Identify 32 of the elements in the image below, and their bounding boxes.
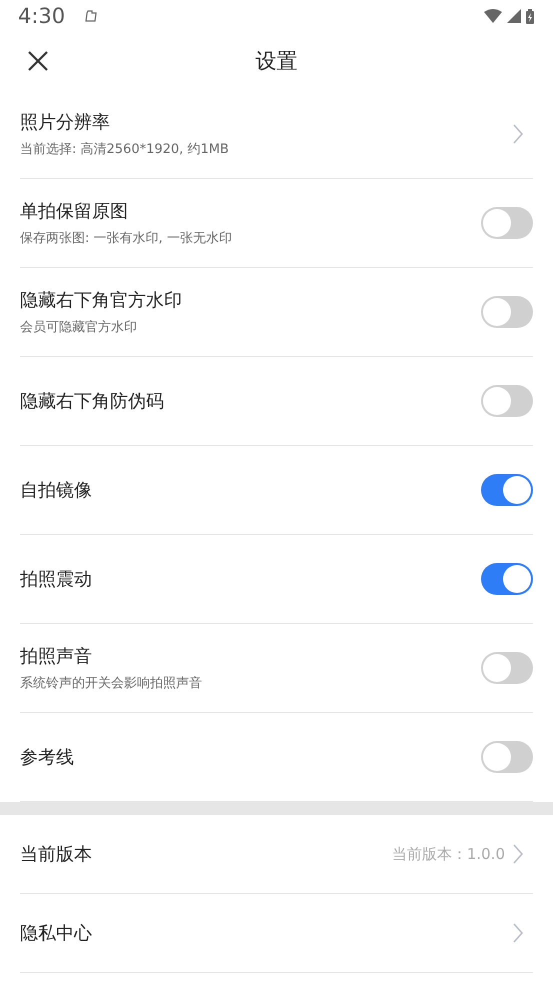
chevron-right-icon[interactable] <box>513 923 523 943</box>
setting-label: 拍照声音 <box>20 645 93 668</box>
chevron-right-icon[interactable] <box>513 844 523 864</box>
toggle-switch[interactable] <box>481 741 533 773</box>
setting-label: 自拍镜像 <box>20 479 93 502</box>
toggle-switch[interactable] <box>481 207 533 239</box>
page-title: 设置 <box>256 48 298 75</box>
setting-label: 当前版本 <box>20 843 93 866</box>
setting-description: 系统铃声的开关会影响拍照声音 <box>20 675 203 692</box>
close-icon[interactable] <box>27 50 49 72</box>
chevron-right-icon[interactable] <box>513 124 523 144</box>
wifi-icon <box>484 9 502 23</box>
status-time: 4:30 <box>18 4 66 28</box>
setting-label: 单拍保留原图 <box>20 200 129 223</box>
setting-label: 参考线 <box>20 746 75 769</box>
toggle-switch[interactable] <box>481 296 533 328</box>
setting-description: 当前选择: 高清2560*1920, 约1MB <box>20 141 230 158</box>
setting-label: 隐私中心 <box>20 922 93 945</box>
setting-label: 拍照震动 <box>20 568 93 591</box>
setting-label: 照片分辨率 <box>20 111 111 134</box>
signal-icon <box>507 9 521 23</box>
toggle-switch[interactable] <box>481 385 533 417</box>
clipboard-icon <box>84 10 98 22</box>
toggle-switch[interactable] <box>481 563 533 595</box>
battery-icon <box>526 8 534 24</box>
version-value: 当前版本：1.0.0 <box>392 844 505 864</box>
toggle-switch[interactable] <box>481 652 533 684</box>
toggle-switch[interactable] <box>481 474 533 506</box>
setting-label: 隐藏右下角官方水印 <box>20 289 183 312</box>
setting-label: 隐藏右下角防伪码 <box>20 390 165 413</box>
setting-description: 保存两张图: 一张有水印, 一张无水印 <box>20 230 233 247</box>
setting-description: 会员可隐藏官方水印 <box>20 319 138 336</box>
